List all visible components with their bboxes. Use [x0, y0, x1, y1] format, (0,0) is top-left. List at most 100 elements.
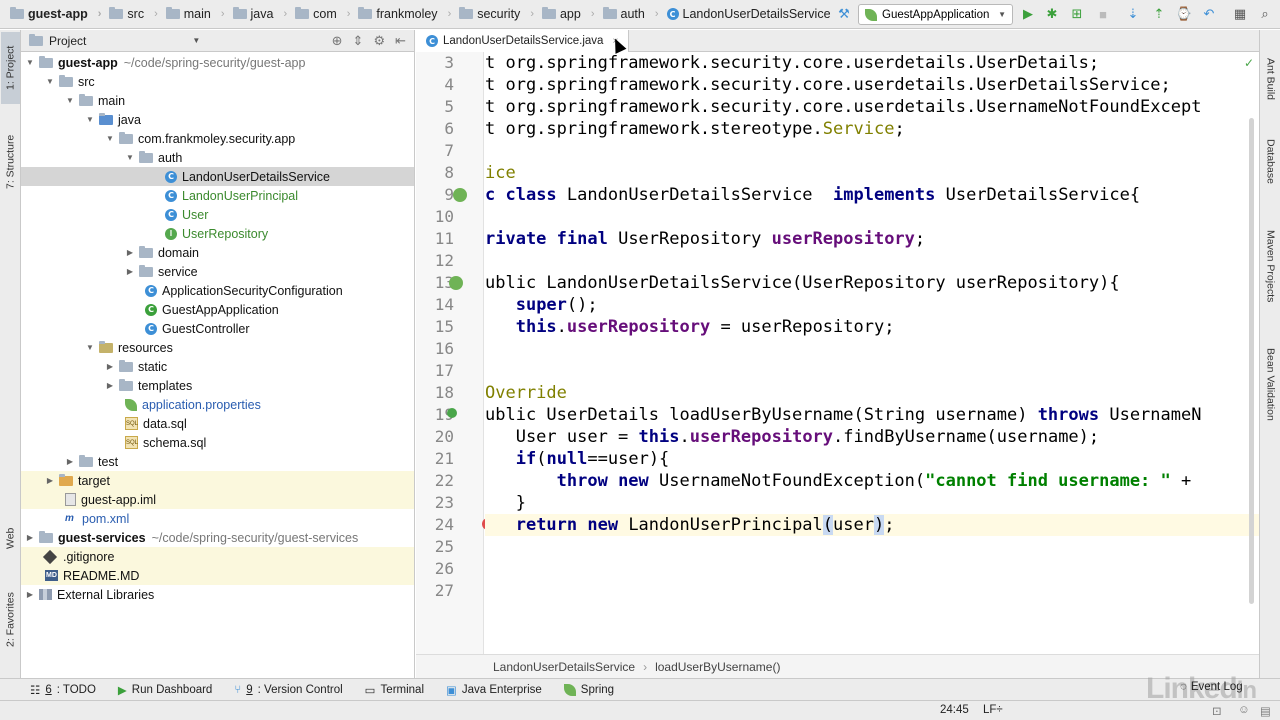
- terminal-icon: ▭: [364, 684, 376, 697]
- tree-item-guestcontroller[interactable]: C GuestController: [21, 319, 414, 338]
- tree-item-applicationsecurityconfiguration[interactable]: C ApplicationSecurityConfiguration: [21, 281, 414, 300]
- tree-item-auth[interactable]: ▼ auth: [21, 148, 414, 167]
- breadcrumb-guest-app[interactable]: guest-app ›: [6, 7, 105, 21]
- tree-item-resources[interactable]: ▼ resources: [21, 338, 414, 357]
- tree-item-src[interactable]: ▼ src: [21, 72, 414, 91]
- tree-item-schema-sql[interactable]: SQL schema.sql: [21, 433, 414, 452]
- package-icon: [119, 131, 133, 144]
- tab-landonuserdetailsservice-java[interactable]: C LandonUserDetailsService.java ×: [416, 30, 630, 52]
- breadcrumb-frankmoley[interactable]: frankmoley ›: [354, 7, 455, 21]
- tool-java-enterprise[interactable]: ▣ Java Enterprise: [446, 683, 542, 697]
- java-enterprise-icon: ▣: [446, 684, 457, 697]
- tree-item-guestappapplication[interactable]: C GuestAppApplication: [21, 300, 414, 319]
- caret-position[interactable]: 24:45: [940, 704, 969, 716]
- code-editor[interactable]: t org.springframework.security.core.user…: [485, 52, 1259, 654]
- tab-favorites[interactable]: 2: Favorites: [1, 580, 20, 660]
- sql-file-icon: SQL: [125, 436, 138, 449]
- tool-run-dashboard[interactable]: ▶ Run Dashboard: [118, 683, 212, 697]
- tree-item-application-properties[interactable]: application.properties: [21, 395, 414, 414]
- breadcrumb-class-name[interactable]: LandonUserDetailsService: [493, 660, 635, 674]
- spring-autowire-gutter-icon[interactable]: [449, 276, 463, 290]
- tool-terminal[interactable]: ▭ Terminal: [365, 683, 424, 697]
- tree-item-service[interactable]: ▶ service: [21, 262, 414, 281]
- tab-web[interactable]: Web: [1, 518, 20, 558]
- code-line-21: if(null==user){: [515, 449, 670, 469]
- tree-item-templates[interactable]: ▶ templates: [21, 376, 414, 395]
- tree-item-landonuserprincipal[interactable]: C LandonUserPrincipal: [21, 186, 414, 205]
- breadcrumb-java[interactable]: java ›: [229, 7, 292, 21]
- tool-spring[interactable]: Spring: [563, 683, 614, 696]
- tree-item-user[interactable]: C User: [21, 205, 414, 224]
- tree-item-package-app[interactable]: ▼ com.frankmoley.security.app: [21, 129, 414, 148]
- tree-item-gitignore[interactable]: .gitignore: [21, 547, 414, 566]
- tree-item-main[interactable]: ▼ main: [21, 91, 414, 110]
- gear-icon[interactable]: ⚙: [373, 33, 385, 49]
- tree-item-userrepository[interactable]: I UserRepository: [21, 224, 414, 243]
- tree-item-guest-app-iml[interactable]: guest-app.iml: [21, 490, 414, 509]
- line-number: 18: [434, 383, 454, 402]
- project-panel-header: Project ▼ ⊕ ⇕ ⚙ ⇤: [21, 30, 414, 52]
- breadcrumb-src[interactable]: src ›: [105, 7, 161, 21]
- code-line-20: User user = this.userRepository.findByUs…: [485, 427, 1100, 447]
- tree-item-java[interactable]: ▼ java: [21, 110, 414, 129]
- tree-item-data-sql[interactable]: SQL data.sql: [21, 414, 414, 433]
- project-structure-icon[interactable]: ▦: [1231, 5, 1249, 23]
- tree-item-readme[interactable]: MD README.MD: [21, 566, 414, 585]
- tab-database[interactable]: Database: [1261, 126, 1280, 196]
- run-icon[interactable]: ▶: [1019, 5, 1037, 23]
- vcs-update-icon[interactable]: ⇣: [1124, 5, 1142, 23]
- project-panel-title[interactable]: Project: [49, 34, 86, 48]
- tree-item-static[interactable]: ▶ static: [21, 357, 414, 376]
- breadcrumb-security[interactable]: security ›: [455, 7, 538, 21]
- line-separator[interactable]: LF÷: [983, 704, 1003, 716]
- tab-structure[interactable]: 7: Structure: [1, 122, 20, 202]
- tree-item-target[interactable]: ▶ target: [21, 471, 414, 490]
- tree-item-test[interactable]: ▶ test: [21, 452, 414, 471]
- tree-item-guest-services[interactable]: ▶ guest-services ~/code/spring-security/gu…: [21, 528, 414, 547]
- stop-icon[interactable]: ■: [1094, 5, 1112, 23]
- collapse-all-icon[interactable]: ⇕: [353, 33, 364, 49]
- editor-gutter[interactable]: 3 4 5 6 7 8 9 10 11 12 13 14 15 16 17 18…: [416, 52, 494, 654]
- implements-method-icon[interactable]: [447, 408, 457, 418]
- breadcrumb-main[interactable]: main ›: [162, 7, 229, 21]
- lock-icon[interactable]: ⊡: [1212, 704, 1222, 718]
- run-configuration-select[interactable]: GuestAppApplication ▼: [858, 4, 1013, 25]
- coverage-icon[interactable]: ⊞: [1068, 5, 1086, 23]
- tree-item-guest-app[interactable]: ▼ guest-app ~/code/spring-security/guest-a…: [21, 53, 414, 72]
- tool-version-control[interactable]: ⑂ 9: Version Control: [234, 684, 342, 696]
- vcs-commit-icon[interactable]: ⇡: [1150, 5, 1168, 23]
- memory-icon[interactable]: ▤: [1260, 704, 1271, 718]
- line-number: 26: [434, 559, 454, 578]
- line-number: 3: [444, 53, 454, 72]
- tool-todo[interactable]: ☷ 6: TODO: [30, 683, 96, 697]
- tab-ant-build[interactable]: Ant Build: [1261, 44, 1280, 114]
- build-hammer-icon[interactable]: ⚒: [835, 5, 853, 23]
- line-number: 10: [434, 207, 454, 226]
- debug-icon[interactable]: ✱: [1043, 5, 1061, 23]
- hide-panel-icon[interactable]: ⇤: [395, 33, 406, 49]
- breadcrumb-app[interactable]: app ›: [538, 7, 599, 21]
- spring-bean-gutter-icon[interactable]: [453, 188, 467, 202]
- breadcrumb-class[interactable]: C LandonUserDetailsService: [663, 7, 835, 21]
- breadcrumb-method-name[interactable]: loadUserByUsername(): [655, 660, 780, 674]
- git-icon: [42, 549, 58, 564]
- editor-scrollbar[interactable]: [1249, 118, 1254, 604]
- revert-icon[interactable]: ↶: [1200, 5, 1218, 23]
- inspector-icon[interactable]: ☺: [1238, 704, 1250, 716]
- breadcrumb-auth[interactable]: auth ›: [599, 7, 663, 21]
- tab-bean-validation[interactable]: Bean Validation: [1261, 334, 1280, 434]
- editor-tab-bar: C LandonUserDetailsService.java ×: [416, 30, 1259, 52]
- chevron-down-icon[interactable]: ▼: [192, 36, 200, 45]
- tree-item-landonuserdetailsservice[interactable]: C LandonUserDetailsService: [21, 167, 414, 186]
- vcs-history-icon[interactable]: ⌚: [1175, 5, 1193, 23]
- breadcrumb-com[interactable]: com ›: [291, 7, 354, 21]
- tab-project[interactable]: 1: Project: [1, 32, 20, 104]
- tree-item-domain[interactable]: ▶ domain: [21, 243, 414, 262]
- search-icon[interactable]: ⌕: [1256, 5, 1274, 23]
- tree-item-external-libraries[interactable]: ▶ External Libraries: [21, 585, 414, 604]
- tree-item-pom-xml[interactable]: m pom.xml: [21, 509, 414, 528]
- locate-icon[interactable]: ⊕: [332, 33, 343, 49]
- tab-maven-projects[interactable]: Maven Projects: [1261, 216, 1280, 316]
- folder-icon: [459, 7, 474, 19]
- tool-event-log[interactable]: ◌ Event Log: [1180, 681, 1243, 693]
